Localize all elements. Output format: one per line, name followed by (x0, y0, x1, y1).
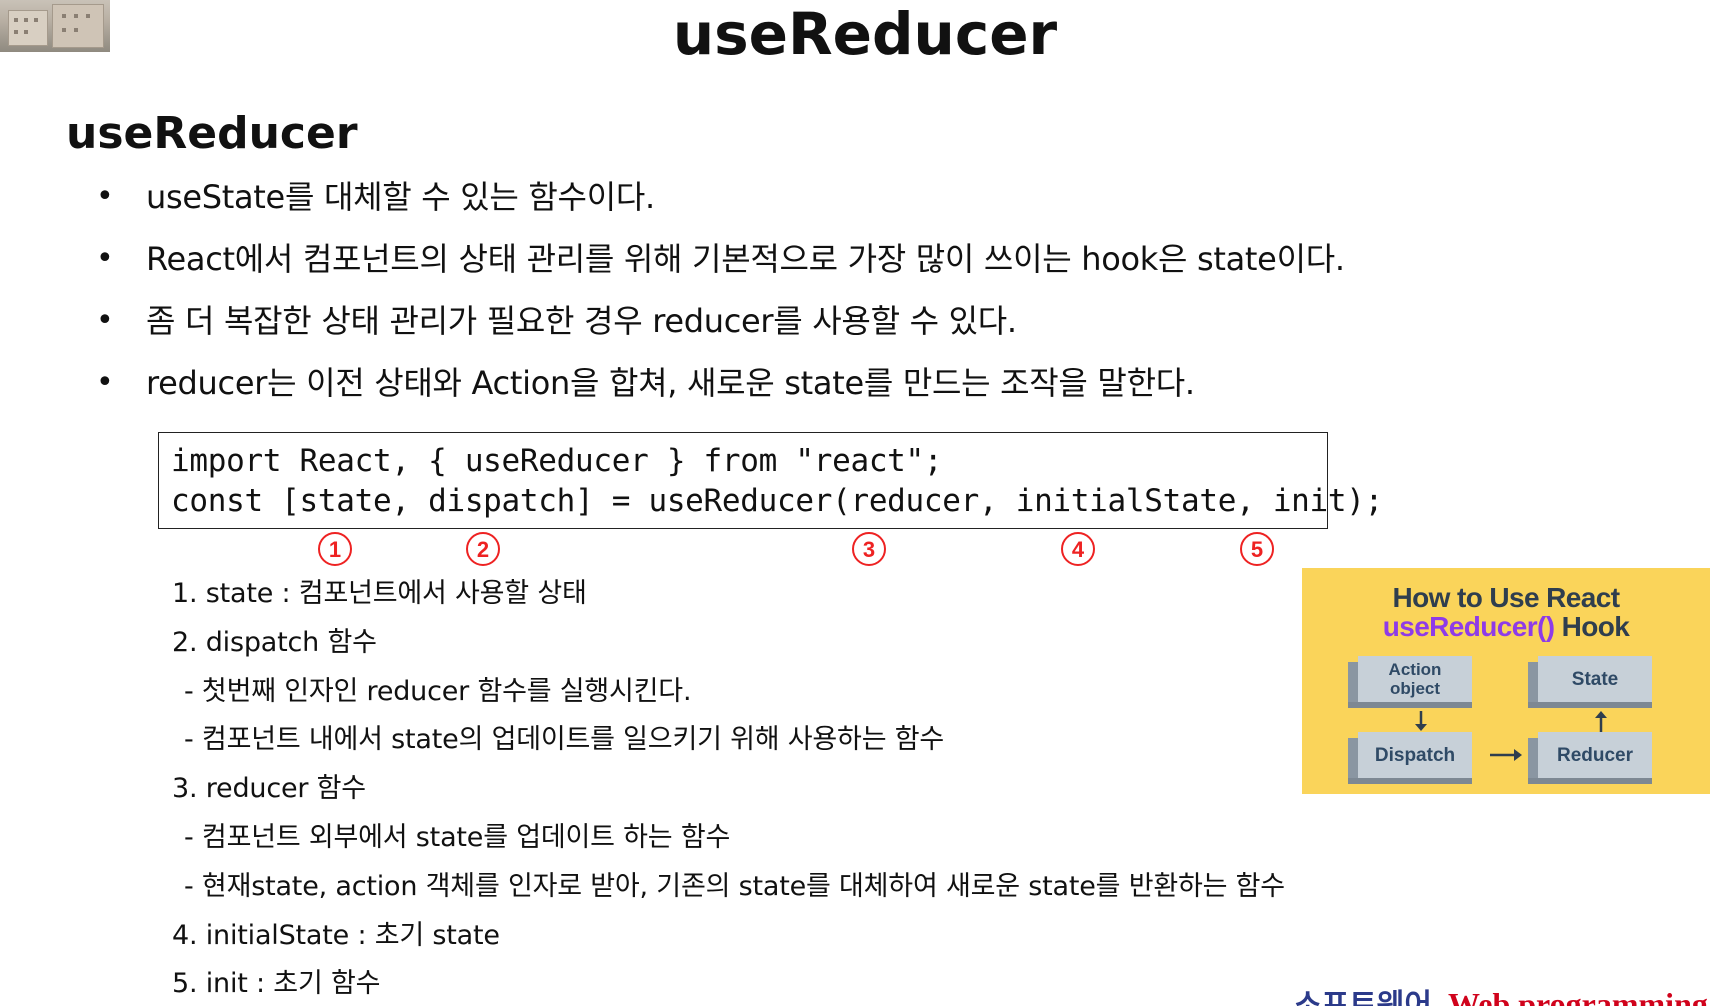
arrow-up-head-icon (1595, 711, 1607, 718)
bullet-dot: • (96, 241, 114, 276)
bullet-item: • React에서 컴포넌트의 상태 관리를 위해 기본적으로 가장 많이 쓰이는… (96, 228, 1345, 290)
arrow-right-head-icon (1514, 749, 1522, 761)
detail-subitem: - 현재state, action 객체를 인자로 받아, 기존의 state를… (184, 870, 1285, 902)
bullet-item: • useState를 대체할 수 있는 함수이다. (96, 166, 1345, 228)
bullet-dot: • (96, 303, 114, 338)
bullet-list: • useState를 대체할 수 있는 함수이다. • React에서 컴포넌트의… (96, 166, 1345, 414)
detail-item: 1. state : 컴포넌트에서 사용할 상태 (172, 578, 587, 609)
footer-brand-en: Web programming (1448, 986, 1708, 1006)
bullet-text: useState를 대체할 수 있는 함수이다. (146, 178, 655, 216)
bullet-text: 좀 더 복잡한 상태 관리가 필요한 경우 reducer를 사용할 수 있다. (146, 302, 1017, 340)
marker-2: 2 (466, 532, 500, 566)
code-line-import: import React, { useReducer } from "react… (171, 443, 943, 479)
arrow-down-head-icon (1415, 724, 1427, 731)
bullet-dot: • (96, 365, 114, 400)
detail-item: 2. dispatch 함수 (172, 626, 377, 658)
slide: useReducer useReducer • useState를 대체할 수 있… (0, 0, 1730, 1006)
code-line-usereducer: const [state, dispatch] = useReducer(red… (171, 483, 1383, 519)
bullet-text: reducer는 이전 상태와 Action을 합쳐, 새로운 state를 만… (146, 364, 1195, 402)
diagram-arrows (1415, 711, 1607, 761)
footer-brand: 소프트웨어 Web programming (1294, 980, 1708, 1006)
detail-subitem: - 컴포넌트 내에서 state의 업데이트를 일으키기 위해 사용하는 함수 (184, 724, 944, 756)
section-title: useReducer (66, 108, 358, 159)
detail-item: 3. reducer 함수 (172, 773, 366, 805)
detail-item: 5. init : 초기 함수 (172, 968, 381, 1000)
detail-subitem: - 첫번째 인자인 reducer 함수를 실행시킨다. (184, 675, 692, 707)
detail-subitem: - 컴포넌트 외부에서 state를 업데이트 하는 함수 (184, 821, 731, 853)
bullet-item: • reducer는 이전 상태와 Action을 합쳐, 새로운 state를 … (96, 352, 1345, 414)
bullet-dot: • (96, 179, 114, 214)
bullet-item: • 좀 더 복잡한 상태 관리가 필요한 경우 reducer를 사용할 수 있다… (96, 290, 1345, 352)
marker-1: 1 (318, 532, 352, 566)
marker-5: 5 (1240, 532, 1274, 566)
detail-item: 4. initialState : 초기 state (172, 919, 500, 951)
usereducer-diagram-image: How to Use React useReducer() Hook Actio… (1302, 568, 1710, 794)
footer-brand-kr: 소프트웨어 (1294, 988, 1432, 1006)
marker-3: 3 (852, 532, 886, 566)
bullet-text: React에서 컴포넌트의 상태 관리를 위해 기본적으로 가장 많이 쓰이는 … (146, 240, 1345, 278)
code-block: import React, { useReducer } from "react… (158, 432, 1383, 529)
detail-list: 1. state : 컴포넌트에서 사용할 상태 2. dispatch 함수 … (172, 570, 1285, 1006)
slide-title: useReducer (672, 0, 1058, 68)
marker-4: 4 (1061, 532, 1095, 566)
